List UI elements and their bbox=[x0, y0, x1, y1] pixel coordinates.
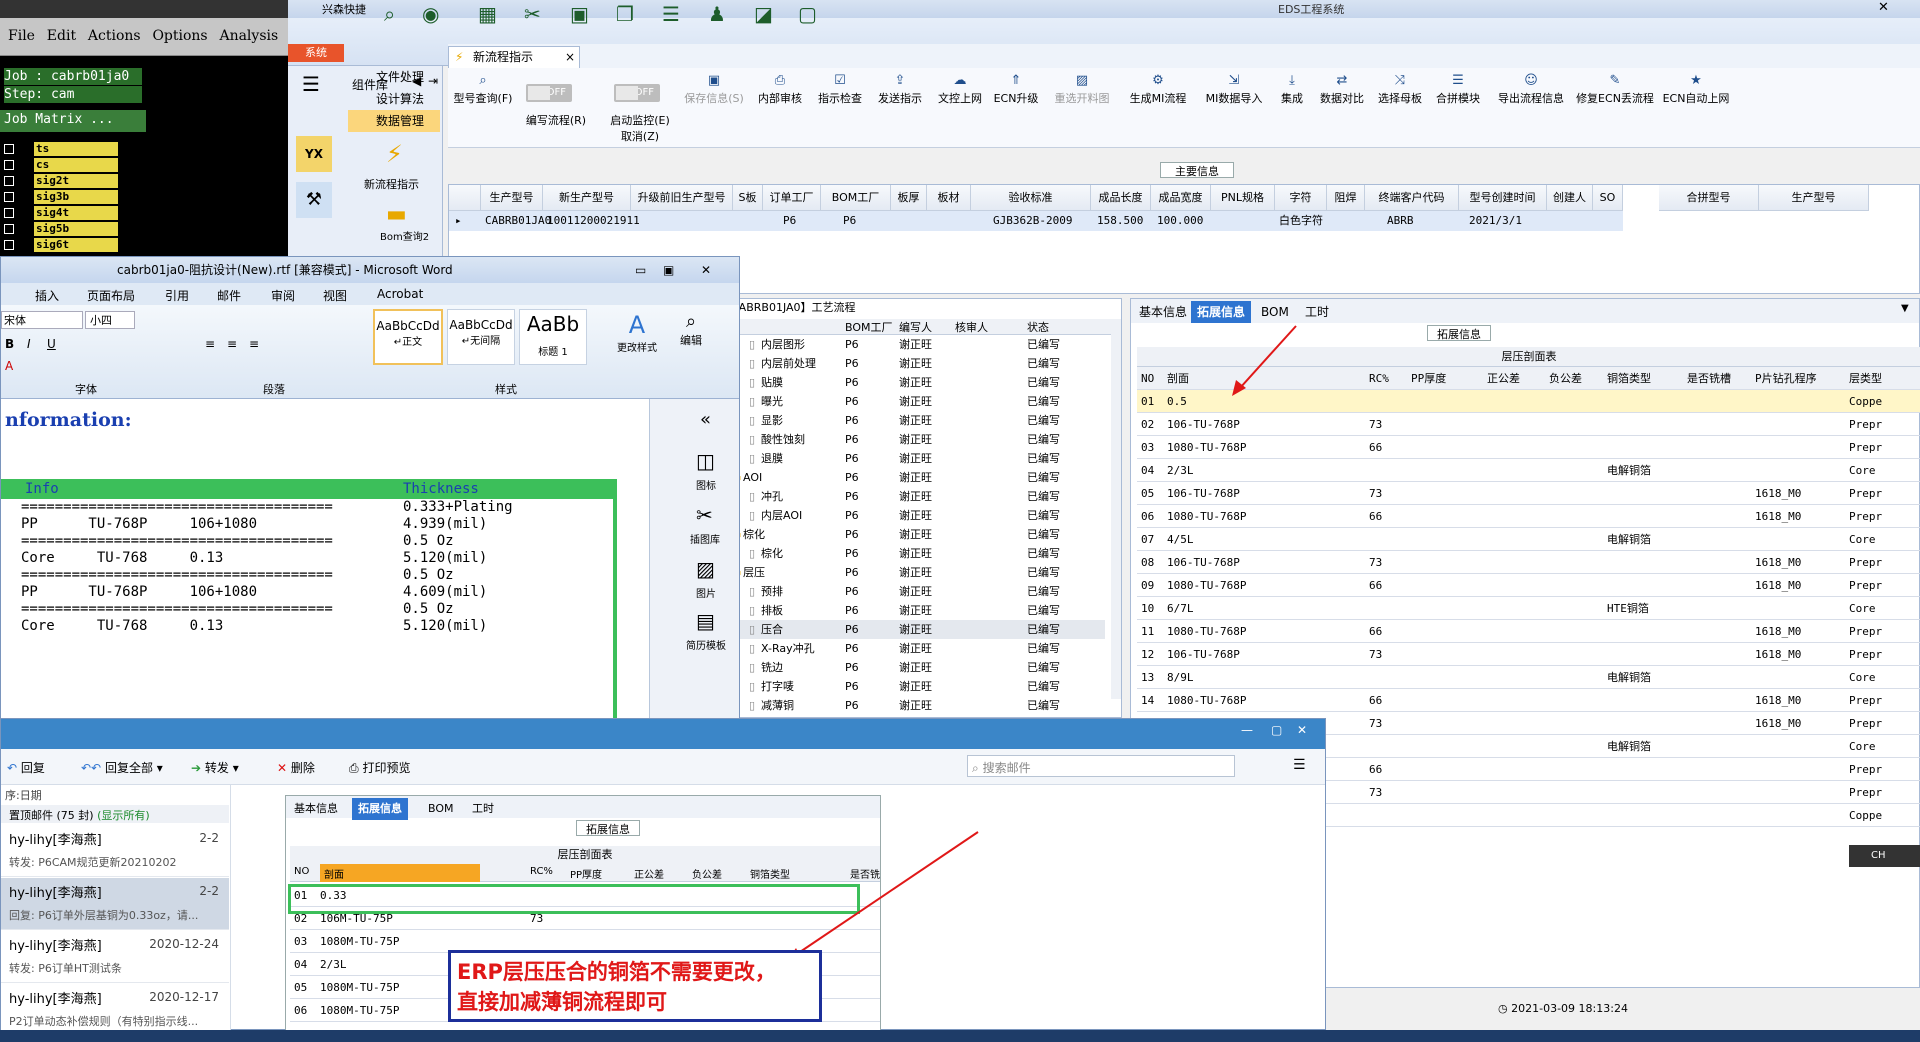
callout-note: ERP层压压合的铜箔不需要更改， 直接加减薄铜流程即可 bbox=[448, 950, 822, 1022]
callout-line1: ERP层压压合的铜箔不需要更改， bbox=[457, 960, 776, 984]
annotation-arrows bbox=[786, 325, 1297, 962]
callout-line2: 直接加减薄铜流程即可 bbox=[457, 990, 667, 1014]
arrow-line bbox=[1239, 325, 1297, 389]
arrow-line bbox=[793, 831, 979, 957]
taskbar bbox=[0, 1030, 1920, 1042]
